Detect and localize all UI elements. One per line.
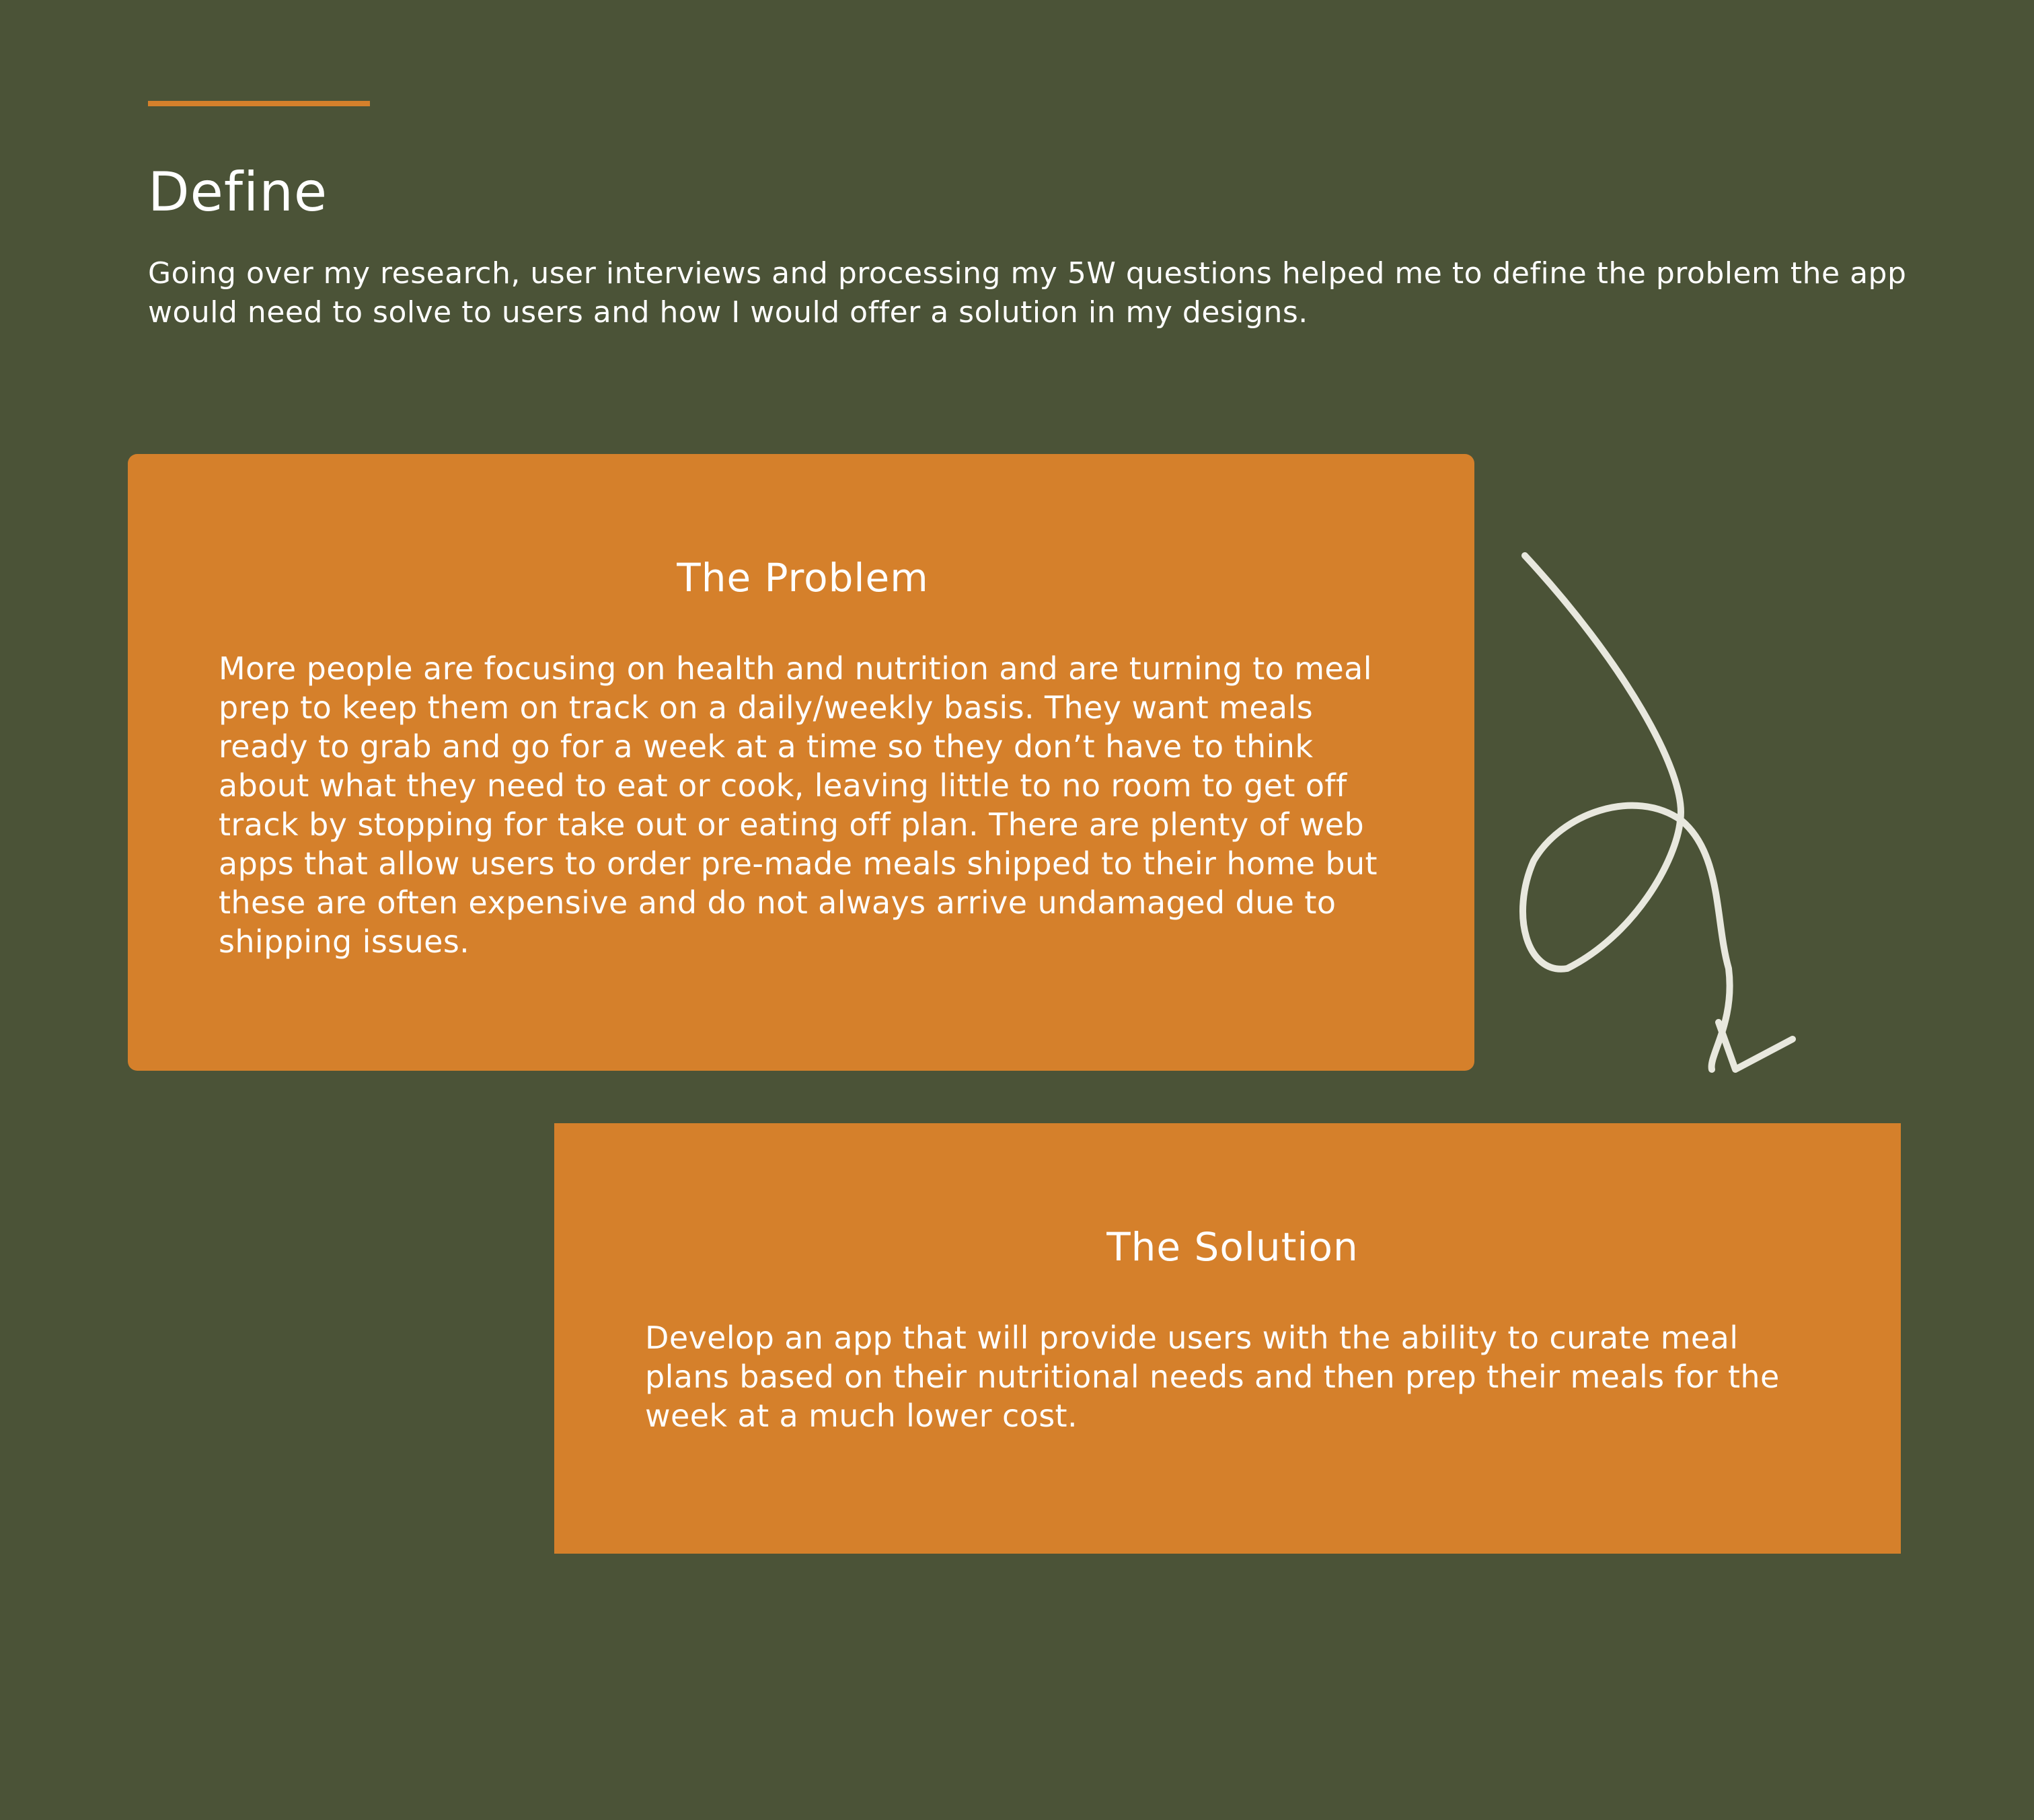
problem-title: The Problem (677, 555, 929, 601)
page-title: Define (148, 161, 328, 223)
problem-card: The Problem More people are focusing on … (128, 454, 1474, 1071)
curly-arrow-head (1715, 1019, 1796, 1073)
accent-line (148, 101, 370, 106)
curly-arrow-icon (1519, 552, 1796, 1073)
solution-body: Develop an app that will provide users w… (645, 1319, 1780, 1434)
intro-text: Going over my research, user interviews … (148, 256, 1907, 330)
solution-title: The Solution (1106, 1224, 1359, 1270)
solution-card: The Solution Develop an app that will pr… (554, 1123, 1901, 1554)
problem-body: More people are focusing on health and n… (219, 650, 1378, 960)
curly-arrow-stroke (1519, 552, 1733, 1073)
